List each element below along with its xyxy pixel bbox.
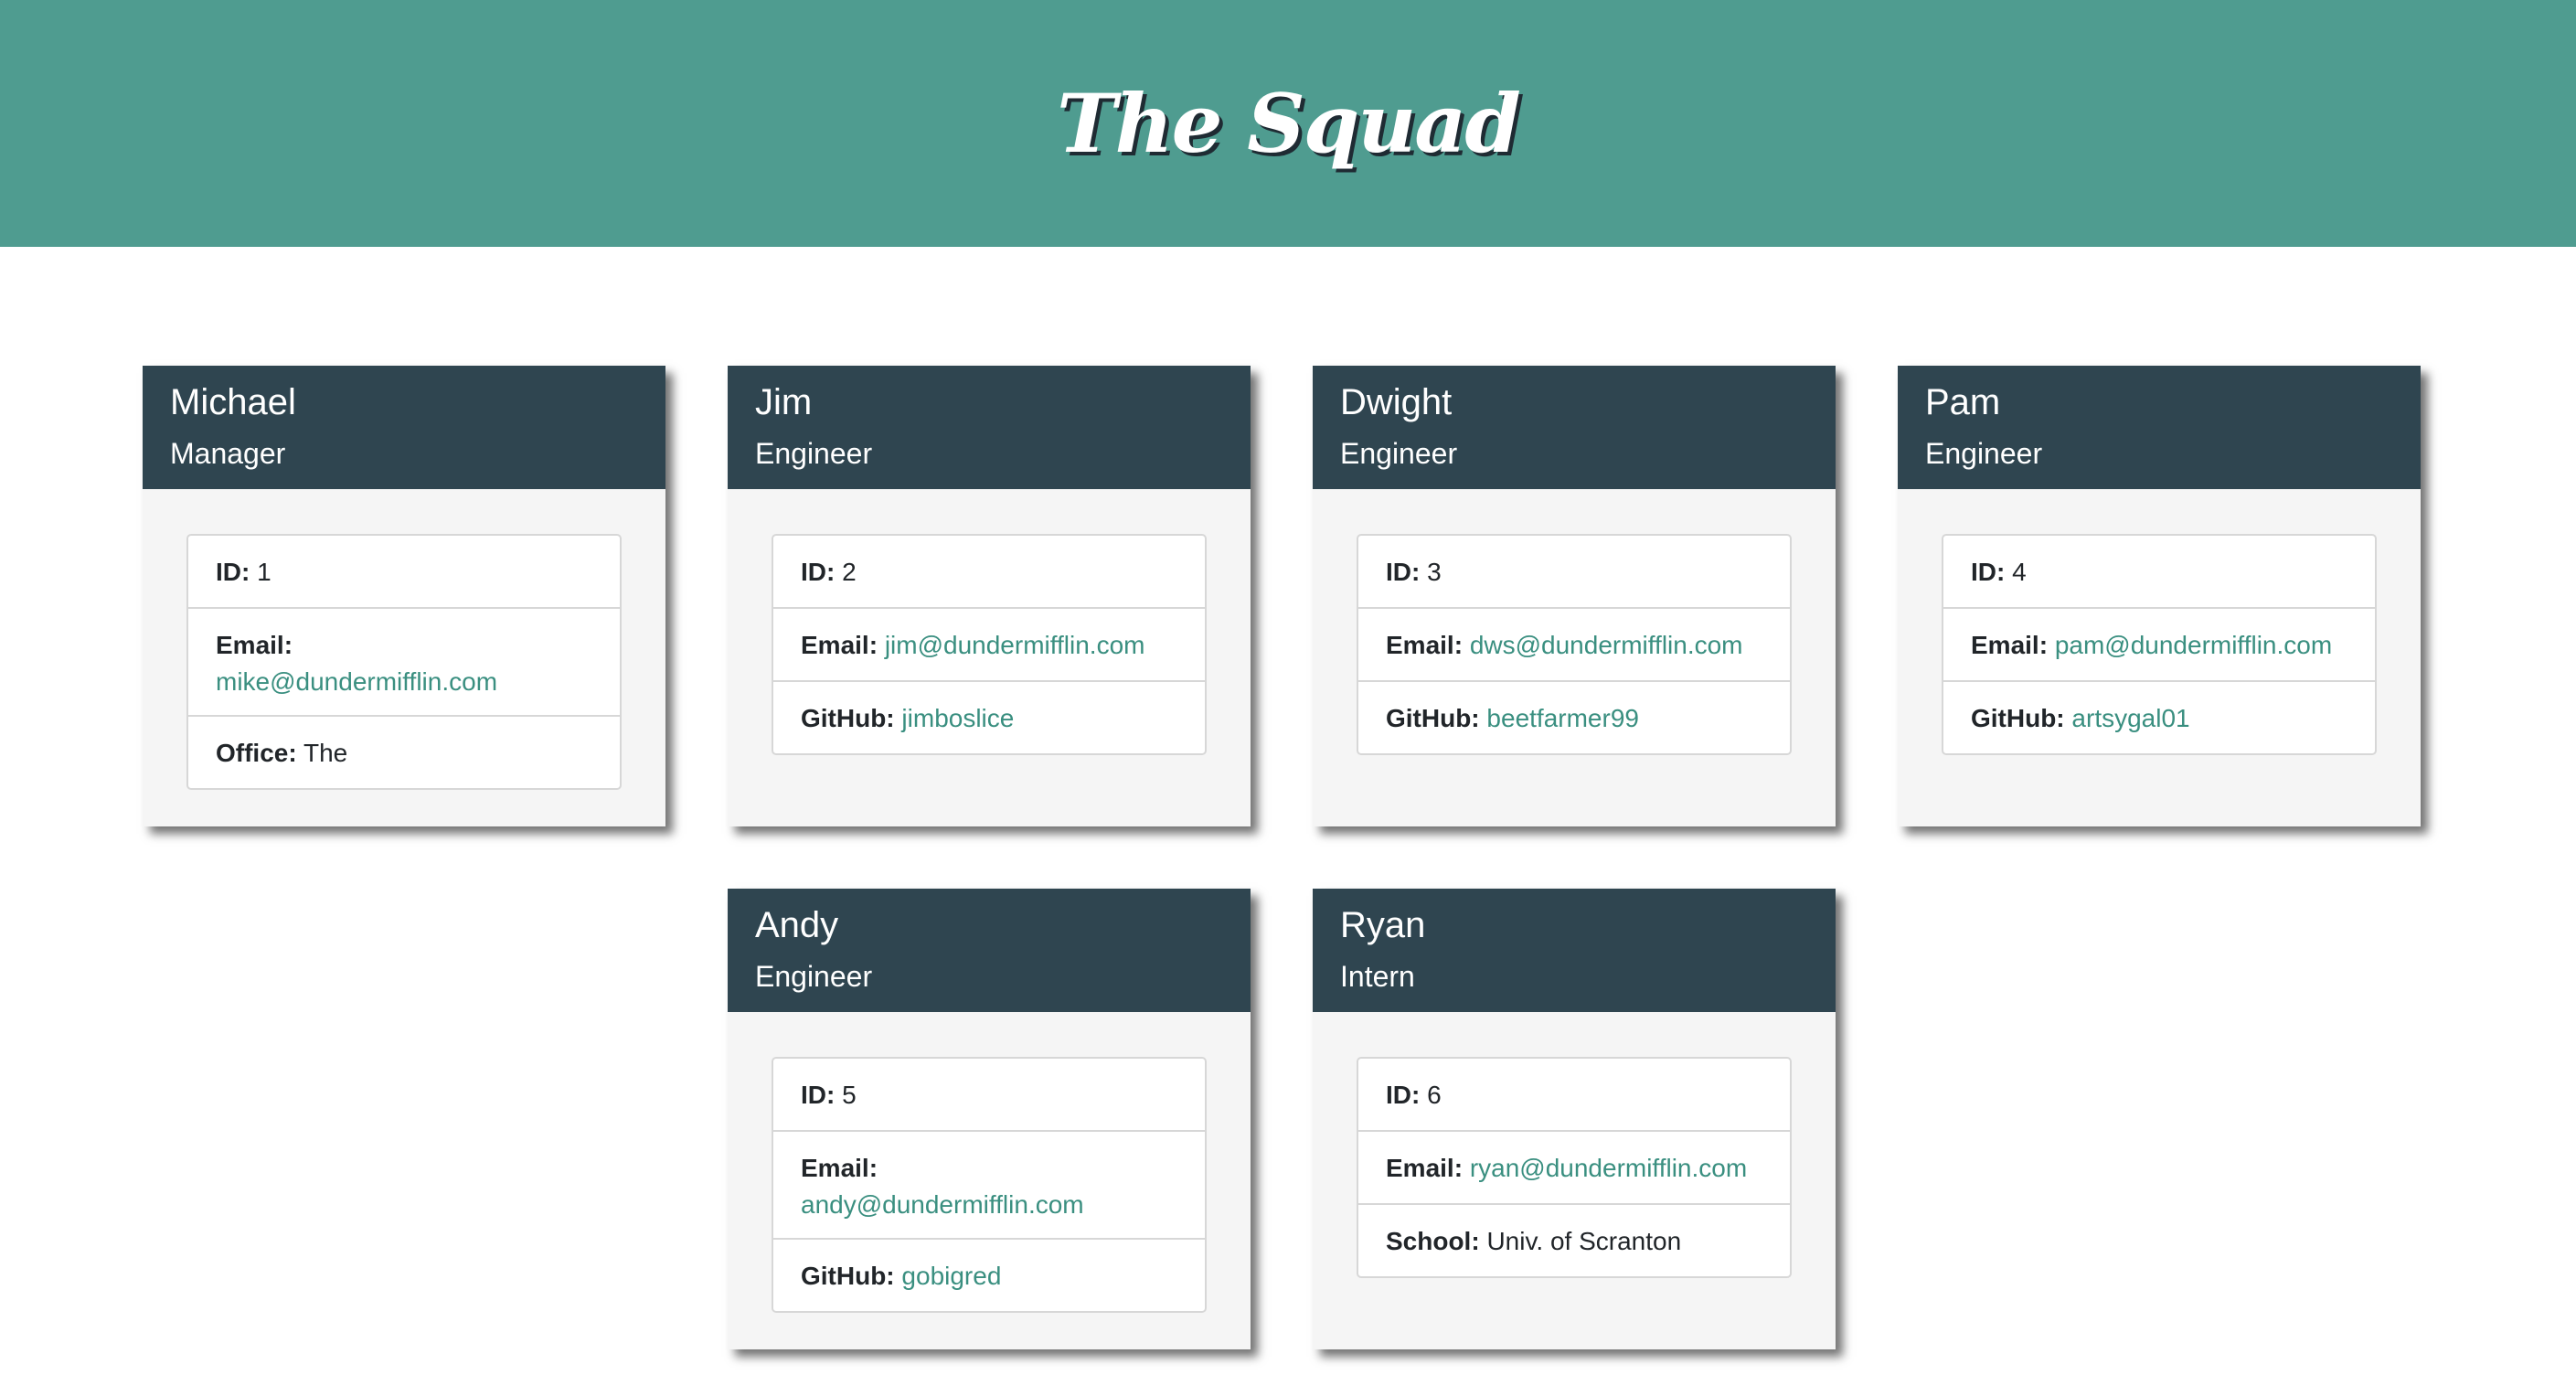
school-value: Univ. of Scranton bbox=[1486, 1227, 1682, 1255]
id-label: ID: bbox=[1386, 558, 1421, 586]
github-link[interactable]: jimboslice bbox=[901, 704, 1014, 732]
team-container: Michael Manager ID: 1 Email: mike@dunder… bbox=[0, 247, 2576, 1375]
github-label: GitHub: bbox=[1971, 704, 2065, 732]
info-list: ID: 2 Email: jim@dundermifflin.com GitHu… bbox=[772, 534, 1207, 755]
school-label: School: bbox=[1386, 1227, 1480, 1255]
email-label: Email: bbox=[801, 631, 878, 659]
page-title: The Squad bbox=[1057, 76, 1521, 171]
email-label: Email: bbox=[216, 631, 293, 659]
github-label: GitHub: bbox=[801, 704, 895, 732]
card-header: Dwight Engineer bbox=[1313, 366, 1836, 489]
github-label: GitHub: bbox=[801, 1262, 895, 1290]
info-list: ID: 1 Email: mike@dundermifflin.com Offi… bbox=[186, 534, 622, 790]
employee-card-dwight: Dwight Engineer ID: 3 Email: dws@dunderm… bbox=[1313, 366, 1836, 826]
id-label: ID: bbox=[801, 1081, 836, 1109]
email-item: Email: pam@dundermifflin.com bbox=[1943, 609, 2375, 682]
email-item: Email: jim@dundermifflin.com bbox=[773, 609, 1205, 682]
email-item: Email: ryan@dundermifflin.com bbox=[1358, 1132, 1790, 1205]
card-header: Andy Engineer bbox=[728, 889, 1251, 1012]
email-link[interactable]: dws@dundermifflin.com bbox=[1470, 631, 1743, 659]
email-label: Email: bbox=[1386, 631, 1464, 659]
id-item: ID: 3 bbox=[1358, 536, 1790, 609]
github-item: GitHub: artsygal01 bbox=[1943, 682, 2375, 753]
employee-name: Andy bbox=[755, 905, 839, 945]
email-link[interactable]: jim@dundermifflin.com bbox=[885, 631, 1145, 659]
github-item: GitHub: jimboslice bbox=[773, 682, 1205, 753]
id-item: ID: 6 bbox=[1358, 1059, 1790, 1132]
id-value: 1 bbox=[257, 558, 271, 586]
info-list: ID: 3 Email: dws@dundermifflin.com GitHu… bbox=[1357, 534, 1792, 755]
id-item: ID: 2 bbox=[773, 536, 1205, 609]
id-label: ID: bbox=[1971, 558, 2006, 586]
id-value: 2 bbox=[842, 558, 857, 586]
email-label: Email: bbox=[801, 1154, 878, 1182]
employee-card-michael: Michael Manager ID: 1 Email: mike@dunder… bbox=[143, 366, 665, 826]
employee-card-pam: Pam Engineer ID: 4 Email: pam@dundermiff… bbox=[1898, 366, 2421, 826]
employee-name: Jim bbox=[755, 382, 813, 422]
employee-name: Ryan bbox=[1340, 905, 1426, 945]
employee-name: Dwight bbox=[1340, 382, 1453, 422]
id-label: ID: bbox=[216, 558, 250, 586]
email-label: Email: bbox=[1971, 631, 2049, 659]
id-item: ID: 5 bbox=[773, 1059, 1205, 1132]
employee-card-jim: Jim Engineer ID: 2 Email: jim@dundermiff… bbox=[728, 366, 1251, 826]
github-link[interactable]: gobigred bbox=[901, 1262, 1001, 1290]
employee-role: Engineer bbox=[755, 437, 873, 470]
id-label: ID: bbox=[801, 558, 836, 586]
info-list: ID: 5 Email: andy@dundermifflin.com GitH… bbox=[772, 1057, 1207, 1313]
email-link[interactable]: ryan@dundermifflin.com bbox=[1470, 1154, 1747, 1182]
employee-role: Manager bbox=[170, 437, 286, 470]
id-value: 5 bbox=[842, 1081, 857, 1109]
github-item: GitHub: gobigred bbox=[773, 1240, 1205, 1311]
id-label: ID: bbox=[1386, 1081, 1421, 1109]
employee-role: Intern bbox=[1340, 960, 1415, 993]
card-header: Ryan Intern bbox=[1313, 889, 1836, 1012]
id-value: 3 bbox=[1427, 558, 1442, 586]
id-value: 6 bbox=[1427, 1081, 1442, 1109]
employee-role: Engineer bbox=[755, 960, 873, 993]
info-list: ID: 4 Email: pam@dundermifflin.com GitHu… bbox=[1942, 534, 2377, 755]
card-header: Michael Manager bbox=[143, 366, 665, 489]
page-header: The Squad bbox=[0, 0, 2576, 247]
info-list: ID: 6 Email: ryan@dundermifflin.com Scho… bbox=[1357, 1057, 1792, 1278]
id-value: 4 bbox=[2012, 558, 2027, 586]
github-item: GitHub: beetfarmer99 bbox=[1358, 682, 1790, 753]
card-header: Jim Engineer bbox=[728, 366, 1251, 489]
email-item: Email: dws@dundermifflin.com bbox=[1358, 609, 1790, 682]
email-label: Email: bbox=[1386, 1154, 1464, 1182]
school-item: School: Univ. of Scranton bbox=[1358, 1205, 1790, 1276]
card-header: Pam Engineer bbox=[1898, 366, 2421, 489]
email-link[interactable]: pam@dundermifflin.com bbox=[2055, 631, 2332, 659]
github-label: GitHub: bbox=[1386, 704, 1480, 732]
email-link[interactable]: andy@dundermifflin.com bbox=[801, 1190, 1084, 1219]
employee-name: Pam bbox=[1925, 382, 2001, 422]
employee-card-andy: Andy Engineer ID: 5 Email: andy@dundermi… bbox=[728, 889, 1251, 1349]
employee-name: Michael bbox=[170, 382, 296, 422]
email-link[interactable]: mike@dundermifflin.com bbox=[216, 667, 497, 696]
office-item: Office: The bbox=[188, 717, 620, 788]
office-label: Office: bbox=[216, 739, 297, 767]
email-item: Email: andy@dundermifflin.com bbox=[773, 1132, 1205, 1240]
github-link[interactable]: beetfarmer99 bbox=[1486, 704, 1639, 732]
email-item: Email: mike@dundermifflin.com bbox=[188, 609, 620, 717]
employee-card-ryan: Ryan Intern ID: 6 Email: ryan@dundermiff… bbox=[1313, 889, 1836, 1349]
github-link[interactable]: artsygal01 bbox=[2071, 704, 2189, 732]
office-value: The bbox=[303, 739, 348, 767]
id-item: ID: 4 bbox=[1943, 536, 2375, 609]
employee-role: Engineer bbox=[1925, 437, 2043, 470]
id-item: ID: 1 bbox=[188, 536, 620, 609]
employee-role: Engineer bbox=[1340, 437, 1458, 470]
